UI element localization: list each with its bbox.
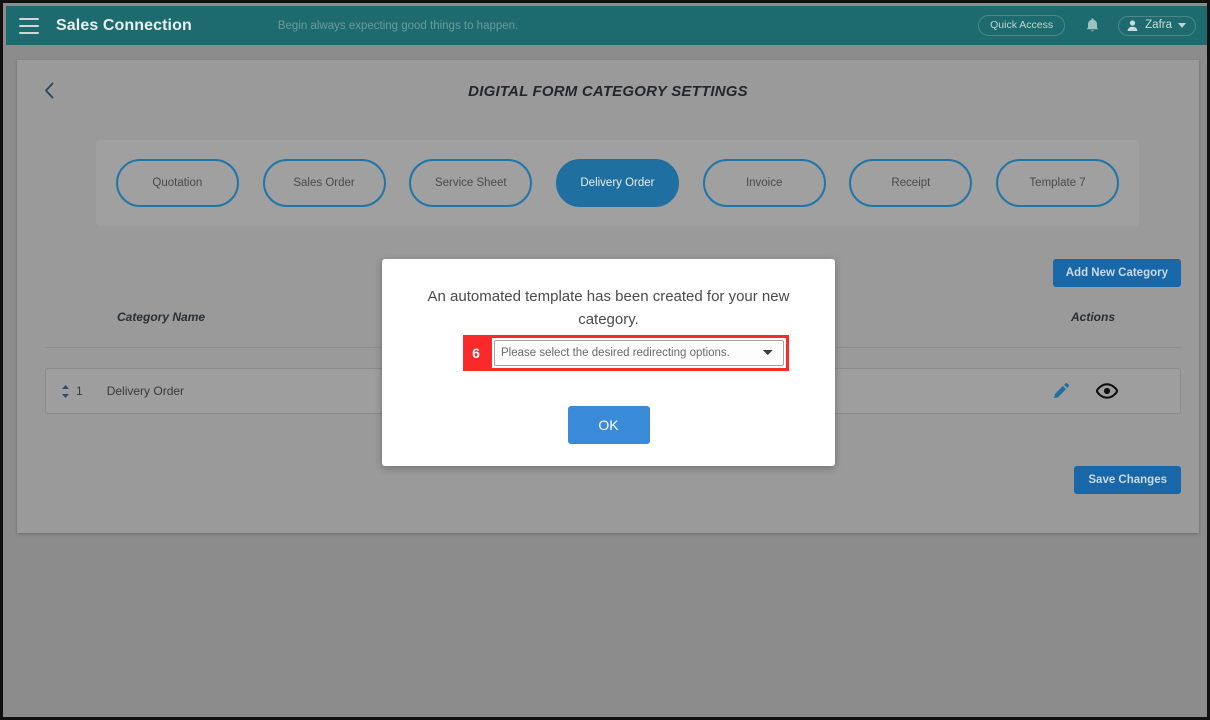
bell-icon[interactable] (1085, 17, 1100, 34)
quick-access-button[interactable]: Quick Access (978, 15, 1066, 36)
add-new-category-button[interactable]: Add New Category (1052, 259, 1181, 287)
row-category-name: Delivery Order (106, 384, 185, 398)
user-avatar-icon (1127, 19, 1138, 31)
user-name-label: Zafra (1145, 19, 1172, 31)
tab-invoice[interactable]: Invoice (702, 159, 826, 207)
redirecting-options-select[interactable]: Please select the desired redirecting op… (494, 340, 784, 366)
hamburger-icon[interactable] (19, 17, 39, 34)
tab-receipt[interactable]: Receipt (849, 159, 973, 207)
tab-quotation[interactable]: Quotation (115, 159, 239, 207)
pencil-icon[interactable] (1051, 382, 1070, 401)
row-actions-group (1051, 382, 1119, 401)
category-tab-panel: Quotation Sales Order Service Sheet Deli… (96, 140, 1139, 226)
top-navigation-bar: Sales Connection Begin always expecting … (6, 6, 1207, 45)
page-header: DIGITAL FORM CATEGORY SETTINGS (17, 60, 1199, 120)
page-title: DIGITAL FORM CATEGORY SETTINGS (468, 83, 748, 100)
column-header-actions: Actions (1070, 310, 1115, 324)
eye-icon[interactable] (1095, 383, 1119, 399)
app-brand-title: Sales Connection (56, 16, 192, 34)
column-header-category-name: Category Name (117, 310, 206, 324)
tagline-text: Begin always expecting good things to ha… (277, 19, 519, 32)
chevron-down-icon (1178, 22, 1186, 28)
top-bar-right-group: Quick Access Zafra (978, 15, 1196, 36)
modal-message-text: An automated template has been created f… (427, 288, 790, 328)
tab-template-7[interactable]: Template 7 (996, 159, 1120, 207)
app-frame: Sales Connection Begin always expecting … (0, 0, 1210, 720)
row-index-label: 1 (76, 384, 83, 398)
step-number-badge: 6 (463, 335, 489, 371)
ok-button[interactable]: OK (567, 406, 650, 444)
sort-handle-icon[interactable]: 1 (61, 384, 83, 399)
tab-delivery-order[interactable]: Delivery Order (555, 159, 679, 207)
modal-select-row: 6 Please select the desired redirecting … (463, 335, 789, 371)
tab-service-sheet[interactable]: Service Sheet (409, 159, 533, 207)
user-menu-button[interactable]: Zafra (1118, 15, 1196, 36)
save-changes-button[interactable]: Save Changes (1074, 466, 1181, 494)
select-highlight-outline: Please select the desired redirecting op… (489, 335, 789, 371)
automated-template-modal: An automated template has been created f… (382, 259, 835, 466)
tab-sales-order[interactable]: Sales Order (262, 159, 386, 207)
